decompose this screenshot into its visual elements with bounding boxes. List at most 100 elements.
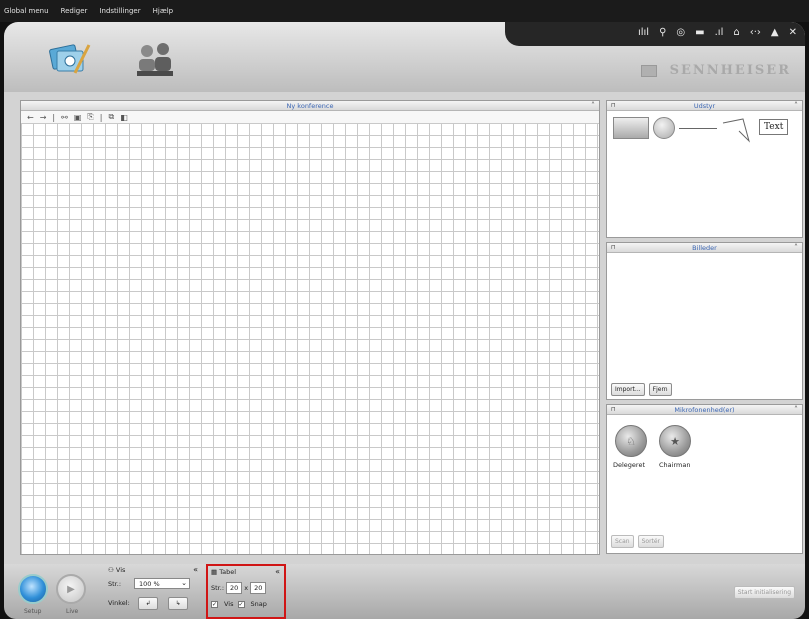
grid-width-input[interactable]: 20 — [226, 582, 243, 594]
menu-settings[interactable]: Indstillinger — [99, 7, 140, 15]
bring-front-icon[interactable]: ⧉ — [108, 112, 114, 122]
mic-actions: Scan Sortér — [611, 535, 665, 548]
remove-button[interactable]: Fjern — [648, 383, 672, 396]
pin-icon[interactable]: ⊓ — [611, 243, 616, 253]
circle-tool[interactable] — [653, 117, 675, 139]
grid-icon: ▦ — [211, 568, 220, 576]
collapse-icon[interactable]: ˄ — [591, 101, 595, 111]
show-grid-checkbox[interactable]: ✓ — [211, 600, 218, 608]
sort-button[interactable]: Sortér — [637, 535, 665, 548]
show-grid-label: Vis — [224, 600, 234, 608]
menu-edit[interactable]: Rediger — [61, 7, 88, 15]
view-size-label: Str.: — [108, 580, 122, 588]
canvas-toolbar: ← → | ⚯ ▣ ⎘ | ⧉ ◧ — [21, 111, 599, 123]
snap-checkbox[interactable]: ✓ — [237, 600, 245, 608]
cut-icon[interactable]: ⚯ — [61, 113, 68, 122]
times-label: x — [244, 584, 249, 592]
equipment-panel-titlebar: ⊓ Udstyr ˄ — [607, 101, 802, 111]
tray-bar: ılıl ⚲ ◎ ▬ .ıl ⌂ ‹·› ▲ ✕ — [505, 22, 805, 46]
images-panel-titlebar: ⊓ Billeder ˄ — [607, 243, 802, 253]
chevron-down-icon: ⌄ — [181, 579, 187, 587]
rotate-left-button[interactable]: ↲ — [138, 597, 158, 610]
setup-button[interactable] — [18, 574, 48, 604]
warning-icon[interactable]: ▲ — [771, 27, 779, 39]
live-label: Live — [66, 608, 79, 615]
conference-canvas-panel: Ny konference ˄ ← → | ⚯ ▣ ⎘ | ⧉ ◧ — [20, 100, 600, 555]
delegate-label: Delegeret — [613, 461, 646, 469]
chairman-mic-icon[interactable]: ★ — [659, 425, 691, 457]
live-button[interactable]: ▶ — [56, 574, 86, 604]
rectangle-tool[interactable] — [613, 117, 649, 139]
layout-grid[interactable] — [21, 123, 599, 554]
arrows-icon[interactable]: ‹·› — [750, 27, 761, 39]
menu-global[interactable]: Global menu — [4, 7, 49, 15]
table-size-label: Str.: — [211, 584, 225, 592]
menu-bar: Global menu Rediger Indstillinger Hjælp — [0, 0, 809, 22]
delegate-mic-icon[interactable]: ♘ — [615, 425, 647, 457]
microphone-units-panel: ⊓ Mikrofonenhed(er) ˄ ♘ ★ Delegeret Chai… — [606, 404, 803, 554]
table-size-row: Str.: 20 x 20 — [211, 582, 267, 594]
equipment-panel-title: Udstyr — [693, 102, 716, 110]
battery-icon[interactable]: ▬ — [695, 27, 704, 39]
copy-icon[interactable]: ▣ — [74, 113, 82, 122]
workspace: Ny konference ˄ ← → | ⚯ ▣ ⎘ | ⧉ ◧ ⊓ Udst… — [4, 92, 805, 564]
pin-icon[interactable]: ⊓ — [611, 101, 616, 111]
paste-icon[interactable]: ⎘ — [87, 112, 93, 122]
setup-label: Setup — [24, 608, 42, 615]
view-title-row: ⚇ Vis — [108, 566, 125, 574]
equipment-tools: Text — [607, 111, 802, 151]
chairman-label: Chairman — [659, 461, 691, 469]
equipment-panel: ⊓ Udstyr ˄ Text — [606, 100, 803, 238]
send-back-icon[interactable]: ◧ — [120, 113, 128, 122]
sound-icon[interactable]: ◎ — [676, 27, 685, 39]
collapse-icon[interactable]: « — [275, 567, 280, 576]
images-panel-title: Billeder — [692, 244, 717, 252]
start-initialization-button[interactable]: Start initialisering — [733, 586, 795, 599]
mic-panel-titlebar: ⊓ Mikrofonenhed(er) ˄ — [607, 405, 802, 415]
scan-button[interactable]: Scan — [611, 535, 634, 548]
redo-icon[interactable]: → — [40, 113, 47, 122]
table-title-row: ▦ Tabel — [211, 568, 236, 576]
menu-help[interactable]: Hjælp — [153, 7, 173, 15]
zoom-select[interactable]: 100 % ⌄ — [134, 578, 190, 589]
brand-logo: SENNHEISER — [669, 63, 791, 78]
signal-icon[interactable]: ılıl — [638, 27, 649, 39]
canvas-panel-titlebar: Ny konference ˄ — [21, 101, 599, 111]
canvas-panel-title: Ny konference — [286, 102, 334, 110]
undo-icon[interactable]: ← — [27, 113, 34, 122]
header: ılıl ⚲ ◎ ▬ .ıl ⌂ ‹·› ▲ ✕ SENNHEISER — [4, 22, 805, 92]
collapse-icon[interactable]: ˄ — [794, 243, 798, 253]
tray-icons: ılıl ⚲ ◎ ▬ .ıl ⌂ ‹·› ▲ ✕ — [638, 27, 797, 39]
table-panel: ▦ Tabel « Str.: 20 x 20 ✓ Vis ✓ Snap — [206, 564, 286, 619]
line-tool[interactable] — [679, 128, 717, 129]
zoom-value: 100 % — [139, 580, 160, 588]
rotate-right-button[interactable]: ↳ — [168, 597, 188, 610]
app-window: Global menu Rediger Indstillinger Hjælp … — [0, 0, 809, 619]
polyline-tool[interactable] — [721, 117, 751, 143]
text-tool[interactable]: Text — [759, 119, 789, 135]
images-actions: Import... Fjern — [611, 383, 672, 396]
brand-mark-icon — [641, 65, 657, 77]
conference-photos-icon[interactable] — [46, 36, 92, 82]
grid-height-input[interactable]: 20 — [250, 582, 267, 594]
bottom-bar: ▶ Setup Live ⚇ Vis « Str.: 100 % ⌄ Vinke… — [4, 564, 805, 619]
pin-icon[interactable]: ⊓ — [611, 405, 616, 415]
bars-icon[interactable]: .ıl — [715, 27, 724, 39]
mic-panel-title: Mikrofonenhed(er) — [674, 406, 735, 414]
import-button[interactable]: Import... — [611, 383, 645, 396]
collapse-icon[interactable]: ˄ — [794, 405, 798, 415]
toolbar-separator: | — [52, 112, 56, 122]
collapse-icon[interactable]: « — [193, 565, 198, 574]
collapse-icon[interactable]: ˄ — [794, 101, 798, 111]
snap-label: Snap — [250, 600, 267, 608]
view-title: Vis — [115, 566, 126, 574]
zoom-icon[interactable]: ⚲ — [659, 27, 666, 39]
participants-icon[interactable] — [132, 36, 178, 82]
table-options-row: ✓ Vis ✓ Snap — [211, 600, 267, 608]
close-icon[interactable]: ✕ — [789, 27, 797, 39]
view-panel: ⚇ Vis « Str.: 100 % ⌄ Vinkel: ↲ ↳ — [104, 564, 202, 619]
eye-icon: ⚇ — [108, 566, 116, 574]
lock-icon[interactable]: ⌂ — [733, 27, 739, 39]
angle-label: Vinkel: — [108, 599, 130, 607]
toolbar-separator: | — [99, 112, 103, 122]
